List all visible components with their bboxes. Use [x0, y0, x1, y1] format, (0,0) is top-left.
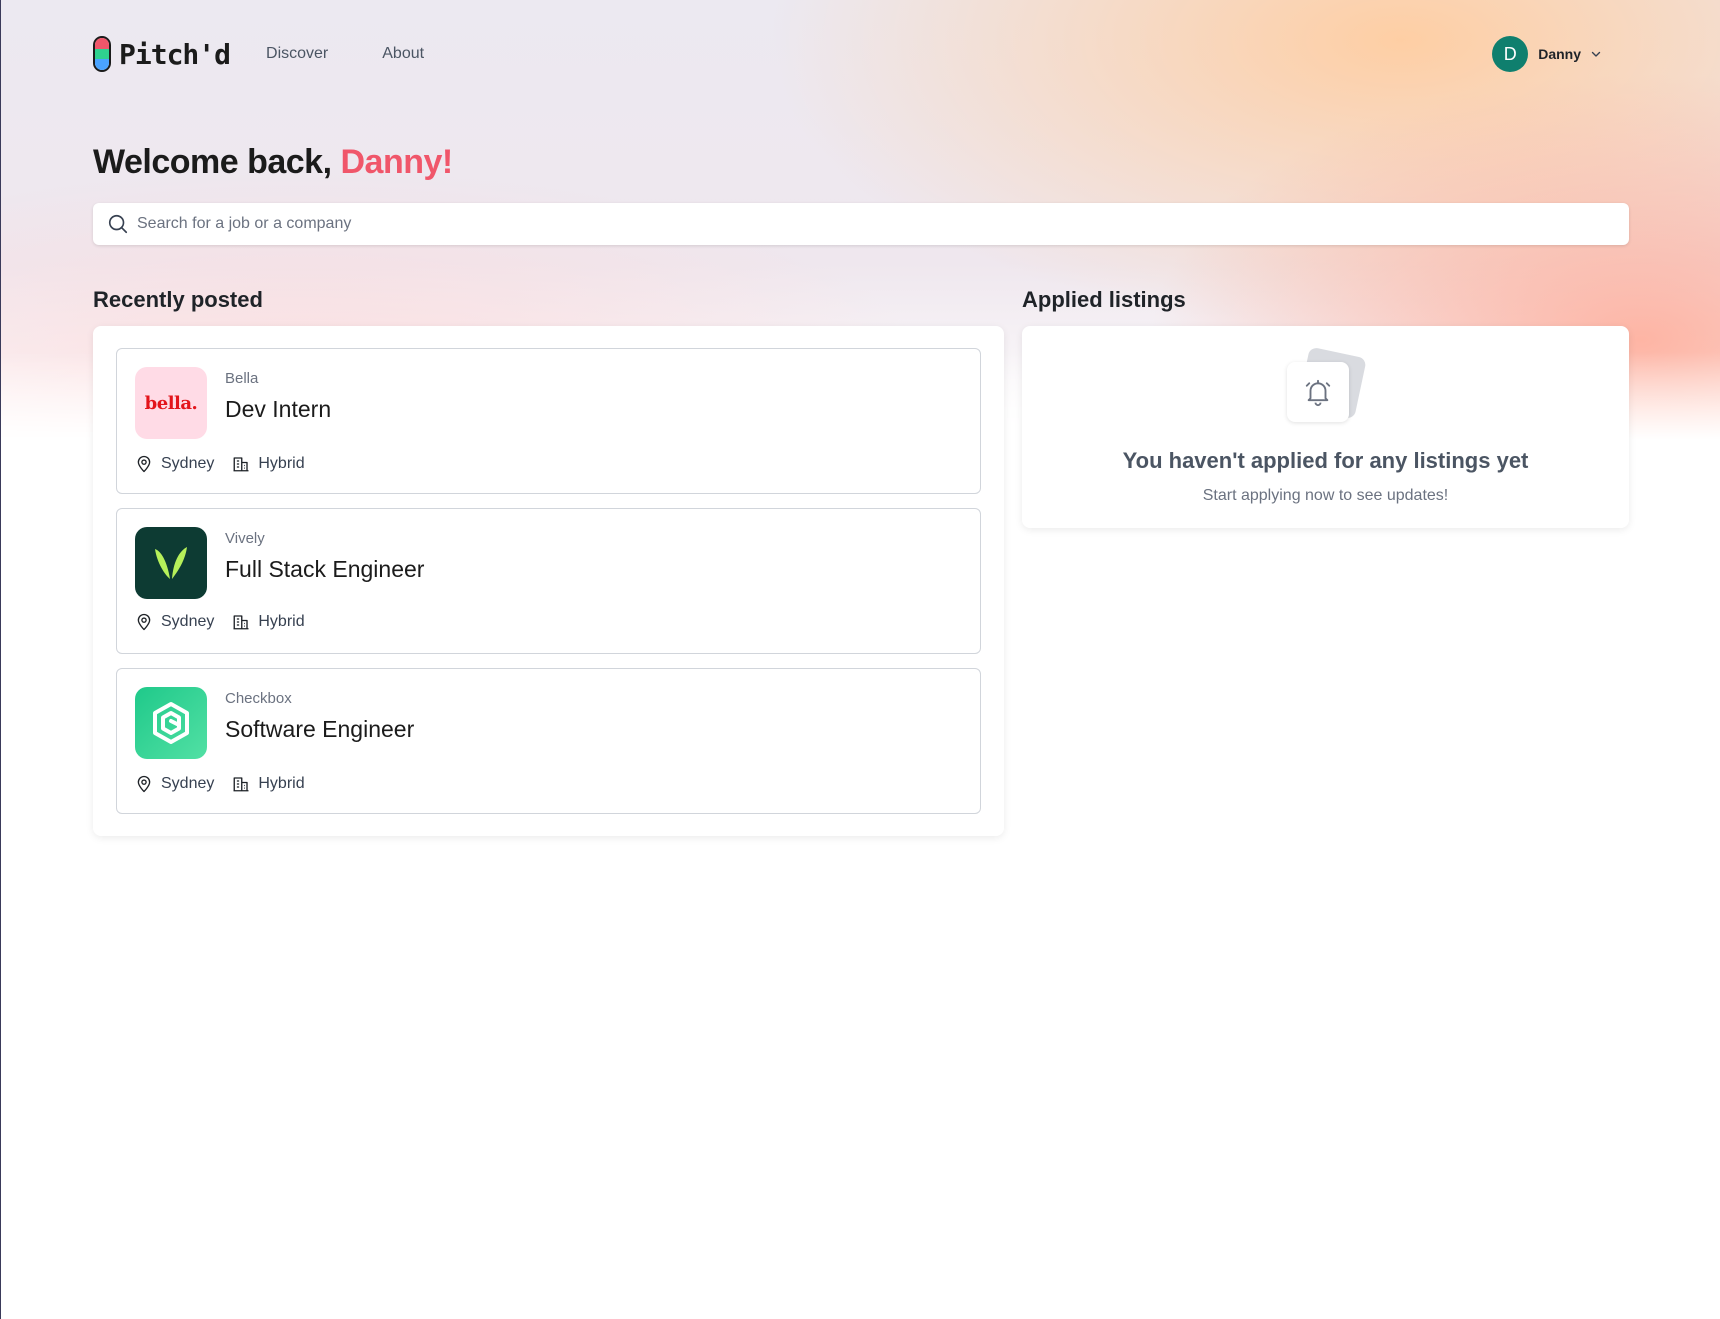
job-title: Software Engineer [225, 716, 415, 742]
bella-logo-text: bella. [144, 392, 198, 414]
user-name: Danny [1538, 46, 1581, 62]
page: Pitch'd Discover About D Danny Welcome b… [1, 0, 1720, 1319]
checkbox-logo [135, 687, 207, 759]
empty-state-subtitle: Start applying now to see updates! [1202, 487, 1449, 504]
top-nav: Pitch'd Discover About D Danny [93, 32, 1629, 76]
nav-discover[interactable]: Discover [266, 45, 328, 63]
job-company: Bella [225, 370, 259, 387]
map-pin-icon [137, 455, 151, 473]
recently-posted-title: Recently posted [93, 287, 263, 312]
avatar: D [1492, 36, 1529, 72]
job-meta: Sydney Hybrid [135, 775, 323, 793]
job-location: Sydney [135, 455, 214, 473]
job-card[interactable]: Checkbox Software Engineer Sydney Hybrid [116, 668, 981, 814]
job-card[interactable]: Vively Full Stack Engineer Sydney Hybrid [116, 508, 981, 654]
welcome-user-name: Danny! [340, 143, 454, 181]
applied-listings-panel: You haven't applied for any listings yet… [1022, 326, 1629, 528]
job-work-type: Hybrid [232, 455, 305, 473]
logo-link[interactable]: Pitch'd [93, 36, 231, 72]
logo-text: Pitch'd [119, 37, 231, 71]
user-menu-button[interactable]: D Danny [1492, 36, 1601, 72]
recently-posted-panel: bella. Bella Dev Intern Sydney Hybrid Vi… [93, 326, 1004, 836]
job-location-text: Sydney [161, 613, 215, 630]
welcome-heading: Welcome back, Danny! [93, 143, 453, 182]
checkbox-hexagon-icon [153, 702, 189, 744]
bella-logo: bella. [135, 367, 207, 439]
job-location-text: Sydney [161, 775, 215, 792]
building-icon [233, 777, 249, 792]
empty-state-illustration [1285, 346, 1367, 422]
job-card[interactable]: bella. Bella Dev Intern Sydney Hybrid [116, 348, 981, 494]
job-location: Sydney [135, 775, 214, 793]
applied-listings-title: Applied listings [1022, 287, 1186, 312]
job-meta: Sydney Hybrid [135, 455, 323, 473]
vively-logo [135, 527, 207, 599]
logo-pill-icon [93, 36, 111, 72]
building-icon [233, 457, 249, 472]
search-bar [93, 203, 1629, 245]
building-icon [233, 615, 249, 630]
welcome-prefix: Welcome back, [93, 143, 332, 181]
job-work-type: Hybrid [232, 613, 305, 631]
job-work-type-text: Hybrid [258, 613, 305, 630]
job-work-type-text: Hybrid [258, 455, 305, 472]
main-nav: Discover About [266, 45, 424, 63]
job-meta: Sydney Hybrid [135, 613, 323, 631]
empty-state-title: You haven't applied for any listings yet [1122, 448, 1529, 473]
job-work-type-text: Hybrid [258, 775, 305, 792]
vively-leaf-icon [155, 547, 187, 579]
job-work-type: Hybrid [232, 775, 305, 793]
card-stack-front [1287, 362, 1349, 422]
bell-icon [1305, 379, 1331, 407]
job-title: Full Stack Engineer [225, 556, 425, 582]
job-location-text: Sydney [161, 455, 215, 472]
chevron-down-icon [1591, 51, 1601, 57]
nav-about[interactable]: About [382, 45, 424, 63]
job-location: Sydney [135, 613, 214, 631]
search-icon [108, 214, 128, 234]
job-title: Dev Intern [225, 396, 332, 422]
map-pin-icon [137, 613, 151, 631]
search-input[interactable] [137, 215, 1617, 233]
map-pin-icon [137, 775, 151, 793]
job-company: Vively [225, 530, 265, 547]
job-company: Checkbox [225, 690, 292, 707]
